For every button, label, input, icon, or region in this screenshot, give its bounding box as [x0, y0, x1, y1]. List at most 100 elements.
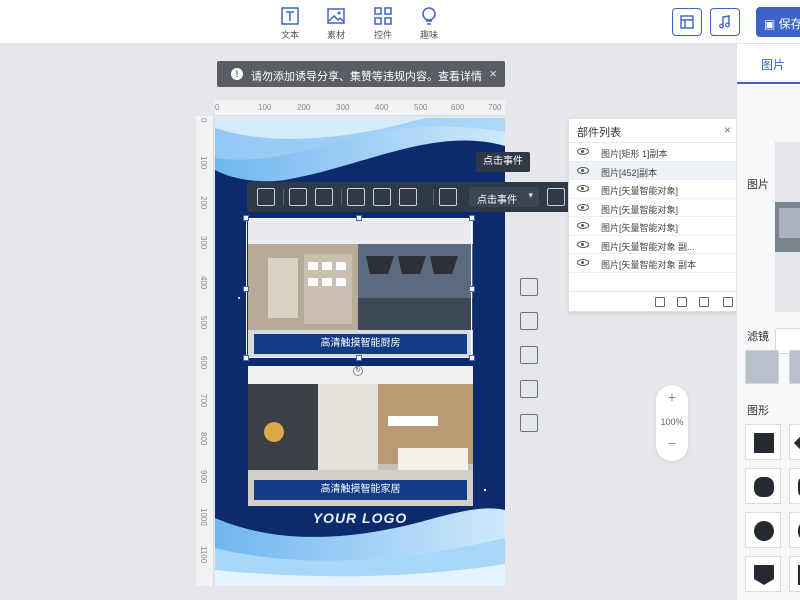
trash-icon[interactable]	[723, 297, 733, 307]
zoom-out-button[interactable]: −	[656, 435, 688, 451]
shape-square[interactable]	[745, 424, 781, 460]
resize-handle[interactable]	[243, 286, 249, 292]
tool-material[interactable]: 素材	[316, 6, 356, 41]
vertical-ruler: 0 100 200 300 400 500 600 700 800 900 10…	[196, 116, 214, 586]
eye-icon[interactable]	[577, 240, 589, 248]
shape-blob-alt[interactable]	[789, 512, 800, 548]
tool-fun-label: 趣味	[419, 30, 438, 40]
preview-button[interactable]	[672, 8, 702, 36]
resize-handle[interactable]	[469, 215, 475, 221]
grid-layout-icon[interactable]	[520, 346, 538, 364]
download-icon[interactable]	[520, 414, 538, 432]
filter-thumbnail[interactable]	[745, 350, 779, 384]
selection-box	[246, 218, 472, 358]
tool-fun[interactable]: 趣味	[409, 6, 449, 41]
tool-text-label: 文本	[280, 30, 299, 40]
poster-logo-text[interactable]: YOUR LOGO	[215, 510, 505, 526]
resize-handle[interactable]	[243, 355, 249, 361]
eye-icon[interactable]	[577, 148, 589, 155]
shape-pentagon[interactable]	[745, 556, 781, 592]
ruler-tick: 200	[199, 196, 208, 210]
resize-handle[interactable]	[356, 215, 362, 221]
crop-icon[interactable]	[289, 188, 307, 206]
zoom-in-button[interactable]: +	[656, 389, 688, 405]
frame-icon[interactable]	[315, 188, 333, 206]
layer-row[interactable]: 图片[矢量智能对象]	[569, 199, 739, 217]
tool-widgets[interactable]: 控件	[363, 6, 403, 41]
shape-diamond[interactable]	[789, 424, 800, 460]
music-button[interactable]	[710, 8, 740, 36]
ruler-tick: 700	[199, 394, 208, 408]
image-preview	[775, 142, 800, 312]
event-tooltip: 点击事件	[476, 152, 530, 172]
close-icon[interactable]: ×	[724, 123, 731, 137]
blob-shape-icon	[754, 521, 774, 541]
diamond-shape-icon	[793, 428, 800, 458]
layer-name: 图片[452]副本	[601, 167, 658, 178]
tab-image[interactable]: 图片	[737, 44, 800, 84]
layer-order-icon[interactable]	[399, 188, 417, 206]
ruler-tick: 100	[199, 156, 208, 170]
duplicate-icon[interactable]	[520, 312, 538, 330]
tool-text[interactable]: 文本	[270, 6, 310, 41]
align-icon[interactable]	[439, 188, 457, 206]
eye-icon[interactable]	[577, 222, 589, 229]
layer-name: 图片[矢量智能对象 副...	[601, 241, 695, 252]
layers-panel: 部件列表 × 图片[矩形 1]副本 图片[452]副本 图片[矢量智能对象] 图…	[568, 118, 740, 312]
mobile-preview-icon[interactable]	[520, 380, 538, 398]
eye-icon[interactable]	[577, 259, 589, 266]
copy-layer-icon[interactable]	[677, 297, 687, 307]
layer-row[interactable]: 图片[452]副本	[569, 161, 739, 180]
toolbar-separator	[283, 189, 284, 205]
replace-icon[interactable]	[257, 188, 275, 206]
shape-splash-alt[interactable]	[789, 468, 800, 504]
layer-row[interactable]: 图片[矢量智能对象 副本	[569, 254, 739, 273]
eye-icon[interactable]	[577, 203, 589, 211]
splash-shape-icon	[754, 477, 774, 497]
resize-handle[interactable]	[356, 355, 362, 361]
photo-card-home[interactable]: 高清触摸智能家居	[248, 366, 473, 506]
tool-material-label: 素材	[326, 30, 345, 40]
eye-icon[interactable]	[577, 166, 589, 174]
layer-name: 图片[矩形 1]副本	[601, 149, 668, 159]
flip-icon[interactable]	[347, 188, 365, 206]
layers-panel-footer	[569, 291, 739, 311]
shape-blob[interactable]	[745, 512, 781, 548]
horizontal-ruler: 0 100 200 300 400 500 600 700	[215, 100, 505, 116]
group-icon[interactable]	[655, 297, 665, 307]
folder-icon[interactable]	[699, 297, 709, 307]
shape-banner[interactable]	[789, 556, 800, 592]
resize-handle[interactable]	[469, 355, 475, 361]
widgets-icon	[374, 7, 392, 25]
notice-text[interactable]: 请勿添加诱导分享、集赞等违规内容。查看详情	[251, 68, 482, 84]
ruler-tick: 600	[199, 356, 208, 370]
mirror-icon[interactable]	[547, 188, 565, 206]
event-select[interactable]: 点击事件	[469, 187, 539, 207]
close-icon[interactable]: ×	[489, 66, 497, 81]
save-button[interactable]: ▣ 保存	[756, 7, 800, 37]
rotate-handle-icon[interactable]: ↻	[353, 366, 363, 376]
shape-section-label: 图形	[747, 405, 769, 417]
ruler-tick: 600	[451, 103, 465, 112]
resize-handle[interactable]	[243, 215, 249, 221]
save-label: 保存	[778, 17, 800, 31]
resize-handle[interactable]	[469, 286, 475, 292]
shape-splash[interactable]	[745, 468, 781, 504]
bulb-icon	[422, 7, 436, 25]
square-shape-icon	[754, 433, 774, 453]
layer-row[interactable]: 图片[矩形 1]副本	[569, 143, 739, 162]
image-section-label: 图片	[747, 179, 769, 191]
toolbar-separator	[341, 189, 342, 205]
layer-row[interactable]: 图片[矢量智能对象]	[569, 217, 739, 236]
properties-panel: 图片 图片 滤镜 图形	[736, 44, 800, 600]
play-icon[interactable]	[520, 278, 538, 296]
edit-icon[interactable]	[373, 188, 391, 206]
layer-row[interactable]: 图片[矢量智能对象]	[569, 180, 739, 199]
eye-icon[interactable]	[577, 185, 589, 192]
ruler-tick: 400	[375, 103, 389, 112]
caption-home: 高清触摸智能家居	[254, 480, 467, 500]
filter-thumbnail[interactable]	[789, 350, 800, 384]
layer-row[interactable]: 图片[矢量智能对象 副...	[569, 236, 739, 254]
layers-panel-header: 部件列表 ×	[569, 119, 739, 143]
ruler-tick: 1000	[199, 508, 208, 526]
